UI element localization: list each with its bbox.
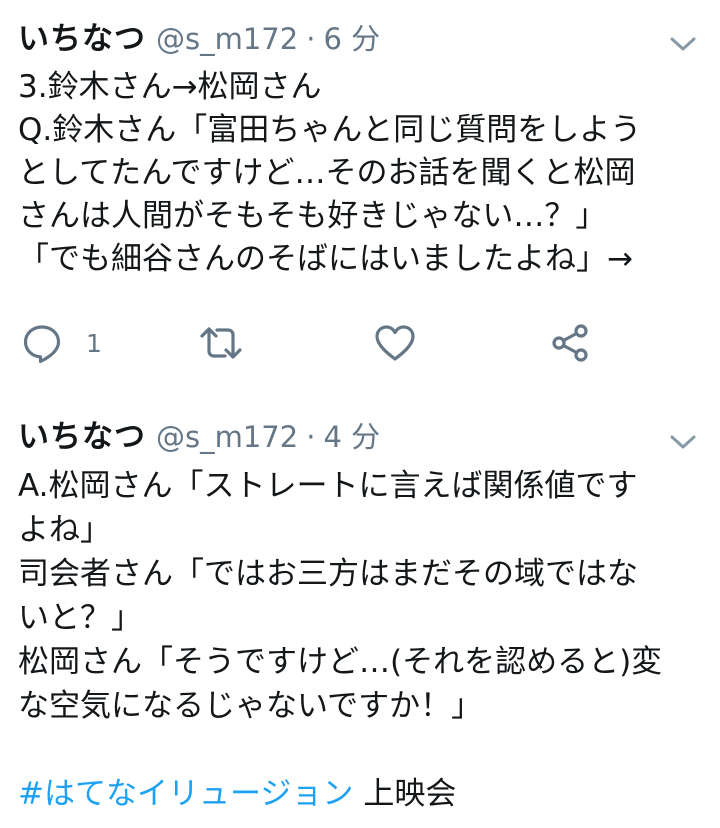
tweet: いちなつ @s_m172 · 6 分 3.鈴木さん→松岡さん Q.鈴木さん「富田… [18,14,708,363]
tweet-text: 3.鈴木さん→松岡さん Q.鈴木さん「富田ちゃんと同じ質問をしよう としてたんで… [18,66,708,281]
user-handle[interactable]: @s_m172 [156,14,298,64]
tweet-text-line: いと？」 [18,600,142,636]
reply-icon [22,323,62,363]
like-button[interactable] [374,318,416,368]
timestamp[interactable]: 4 分 [323,412,380,462]
reply-button[interactable]: 1 [22,318,102,368]
display-name[interactable]: いちなつ [18,14,146,64]
tweet-actions: 1 [18,318,658,368]
hashtag-suffix: 上映会 [363,776,457,812]
timestamp[interactable]: 6 分 [323,14,380,64]
tweet-text-line: よね」 [18,512,111,548]
user-handle[interactable]: @s_m172 [156,412,298,462]
tweet-text-line: Q.鈴木さん「富田ちゃんと同じ質問をしよう [18,112,642,148]
hashtag-line: #はてなイリュージョン 上映会 [18,772,708,816]
tweet-text: A.松岡さん「ストレートに言えば関係値です よね」 司会者さん「ではお三方はまだ… [18,464,708,816]
tweet-text-line: A.松岡さん「ストレートに言えば関係値です [18,468,638,504]
tweet-text-line: な空気になるじゃないですか！」 [18,688,483,724]
tweet-header: いちなつ @s_m172 · 4 分 [18,412,708,462]
tweet-header: いちなつ @s_m172 · 6 分 [18,14,708,64]
tweet-text-line: さんは人間がそもそも好きじゃない…？」 [18,198,607,234]
hashtag-link[interactable]: #はてなイリュージョン [18,776,353,812]
chevron-down-icon[interactable] [670,434,696,450]
tweet-text-line: としてたんですけど…そのお話を聞くと松岡 [18,155,636,191]
reply-count: 1 [86,328,102,358]
tweet: いちなつ @s_m172 · 4 分 A.松岡さん「ストレートに言えば関係値です… [18,412,708,816]
tweet-text-line: 3.鈴木さん→松岡さん [18,69,322,105]
display-name[interactable]: いちなつ [18,412,146,462]
tweet-text-line: 司会者さん「ではお三方はまだその域ではな [18,556,638,592]
heart-icon [374,323,416,363]
share-icon [550,323,590,363]
retweet-button[interactable] [198,318,244,368]
tweet-text-line: 松岡さん「そうですけど…(それを認めると)変 [18,644,663,680]
chevron-down-icon[interactable] [670,36,696,52]
retweet-icon [198,323,244,363]
tweet-text-line: 「でも細谷さんのそばにはいましたよね」→ [18,241,633,277]
separator-dot: · [306,420,316,454]
separator-dot: · [306,22,316,56]
share-button[interactable] [550,318,590,368]
